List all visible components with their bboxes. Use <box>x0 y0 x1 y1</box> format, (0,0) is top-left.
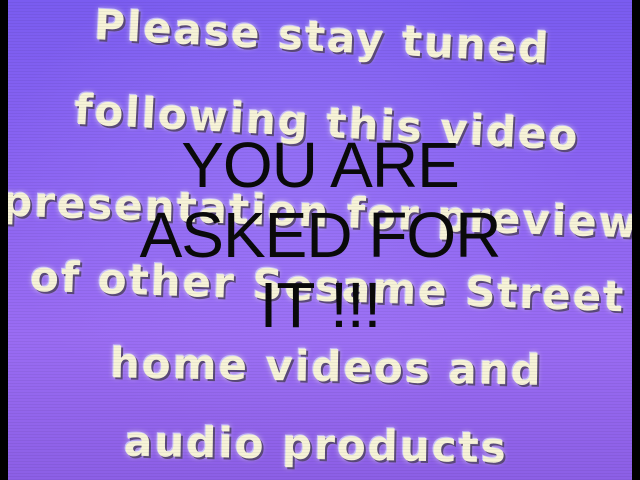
video-frame: Please stay tuned following this video p… <box>0 0 640 480</box>
overlay-caption-line-3: IT !!! <box>259 269 382 341</box>
video-text-line-1: Please stay tuned <box>93 0 552 73</box>
video-text-line-5: home videos and <box>109 338 544 395</box>
video-text-line-6: audio products <box>123 416 509 473</box>
overlay-caption: YOU ARE ASKED FOR IT !!! <box>100 130 540 340</box>
overlay-caption-line-2: ASKED FOR <box>139 199 502 271</box>
overlay-caption-line-1: YOU ARE <box>181 129 460 201</box>
